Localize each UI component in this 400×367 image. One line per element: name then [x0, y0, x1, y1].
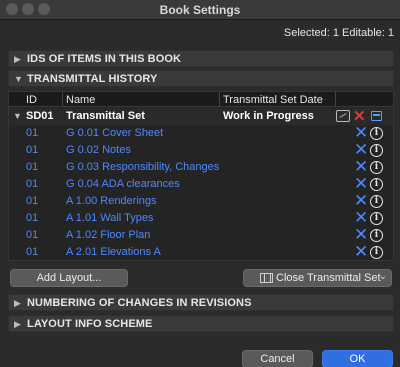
disclosure-down-icon[interactable]: ▼ [14, 74, 23, 84]
column-header-date[interactable]: Transmittal Set Date [223, 94, 323, 106]
chevron-down-icon: ⌄ [378, 271, 387, 282]
section-label: LAYOUT INFO SCHEME [27, 318, 153, 330]
row-name[interactable]: A 1.00 Renderings [66, 195, 222, 207]
cancel-button[interactable]: Cancel [242, 350, 313, 367]
row-id: 01 [26, 212, 39, 224]
ok-button[interactable]: OK [322, 350, 393, 367]
row-name[interactable]: G 0.03 Responsibility, Changes and I [66, 161, 222, 173]
info-icon[interactable]: i [370, 161, 383, 174]
table-row[interactable]: 01 G 0.02 Notes ✕ i [9, 140, 393, 159]
table-row[interactable]: 01 A 1.01 Wall Types ✕ i [9, 208, 393, 227]
section-label: TRANSMITTAL HISTORY [27, 73, 158, 85]
row-name[interactable]: G 0.04 ADA clearances [66, 178, 222, 190]
disclosure-right-icon[interactable]: ▶ [14, 319, 21, 330]
table-row[interactable]: 01 G 0.03 Responsibility, Changes and I … [9, 157, 393, 176]
row-id: 01 [26, 246, 39, 258]
info-icon[interactable]: i [370, 178, 383, 191]
row-name[interactable]: G 0.01 Cover Sheet [66, 127, 222, 139]
window-title: Book Settings [159, 3, 241, 17]
row-name[interactable]: A 1.01 Wall Types [66, 212, 222, 224]
row-id: 01 [26, 178, 39, 190]
section-transmittal-history[interactable]: ▼ TRANSMITTAL HISTORY [8, 70, 394, 87]
set-name: Transmittal Set [66, 110, 145, 122]
title-bar: Book Settings [0, 0, 400, 20]
remove-layout-icon[interactable]: ✕ [354, 242, 368, 262]
section-label: NUMBERING OF CHANGES IN REVISIONS [27, 297, 252, 309]
section-layout-info-scheme[interactable]: ▶ LAYOUT INFO SCHEME [8, 315, 394, 332]
transmittal-table: ID Name Transmittal Set Date ▼ SD01 Tran… [8, 91, 394, 261]
set-settings-icon[interactable] [371, 111, 382, 121]
row-name[interactable]: A 1.02 Floor Plan [66, 229, 222, 241]
column-header-name[interactable]: Name [66, 94, 95, 106]
disclosure-down-icon[interactable]: ▼ [13, 111, 22, 121]
transmittal-set-icon [260, 273, 273, 283]
disclosure-right-icon[interactable]: ▶ [14, 54, 21, 65]
table-row[interactable]: 01 A 2.01 Elevations A ✕ i [9, 242, 393, 262]
add-layout-button[interactable]: Add Layout... [10, 269, 128, 287]
table-row[interactable]: 01 G 0.01 Cover Sheet ✕ i [9, 123, 393, 142]
column-divider[interactable] [62, 92, 63, 107]
row-id: 01 [26, 229, 39, 241]
set-id: SD01 [26, 110, 54, 122]
row-name[interactable]: A 2.01 Elevations A [66, 246, 222, 258]
table-row[interactable]: 01 A 1.02 Floor Plan ✕ i [9, 225, 393, 244]
selection-info: Selected: 1 Editable: 1 [283, 27, 394, 39]
table-row[interactable]: 01 A 1.00 Renderings ✕ i [9, 191, 393, 210]
row-name[interactable]: G 0.02 Notes [66, 144, 222, 156]
dropdown-label: Close Transmittal Set [276, 272, 381, 284]
disclosure-right-icon[interactable]: ▶ [14, 298, 21, 309]
table-header: ID Name Transmittal Set Date [9, 92, 393, 107]
info-icon[interactable]: i [370, 195, 383, 208]
row-id: 01 [26, 161, 39, 173]
info-icon[interactable]: i [370, 246, 383, 259]
info-icon[interactable]: i [370, 127, 383, 140]
section-label: IDS OF ITEMS IN THIS BOOK [27, 53, 182, 65]
transmittal-set-row[interactable]: ▼ SD01 Transmittal Set Work in Progress … [9, 108, 393, 125]
column-divider[interactable] [219, 92, 220, 107]
section-numbering-of-changes[interactable]: ▶ NUMBERING OF CHANGES IN REVISIONS [8, 294, 394, 311]
edit-set-icon[interactable] [336, 110, 350, 122]
close-transmittal-set-dropdown[interactable]: Close Transmittal Set ⌄ [243, 269, 392, 287]
column-divider[interactable] [335, 92, 336, 107]
row-id: 01 [26, 144, 39, 156]
set-status: Work in Progress [223, 110, 314, 122]
info-icon[interactable]: i [370, 212, 383, 225]
table-row[interactable]: 01 G 0.04 ADA clearances ✕ i [9, 174, 393, 193]
row-id: 01 [26, 127, 39, 139]
info-icon[interactable]: i [370, 144, 383, 157]
column-header-id[interactable]: ID [26, 94, 37, 106]
info-icon[interactable]: i [370, 229, 383, 242]
row-id: 01 [26, 195, 39, 207]
section-ids-of-items[interactable]: ▶ IDS OF ITEMS IN THIS BOOK [8, 50, 394, 67]
